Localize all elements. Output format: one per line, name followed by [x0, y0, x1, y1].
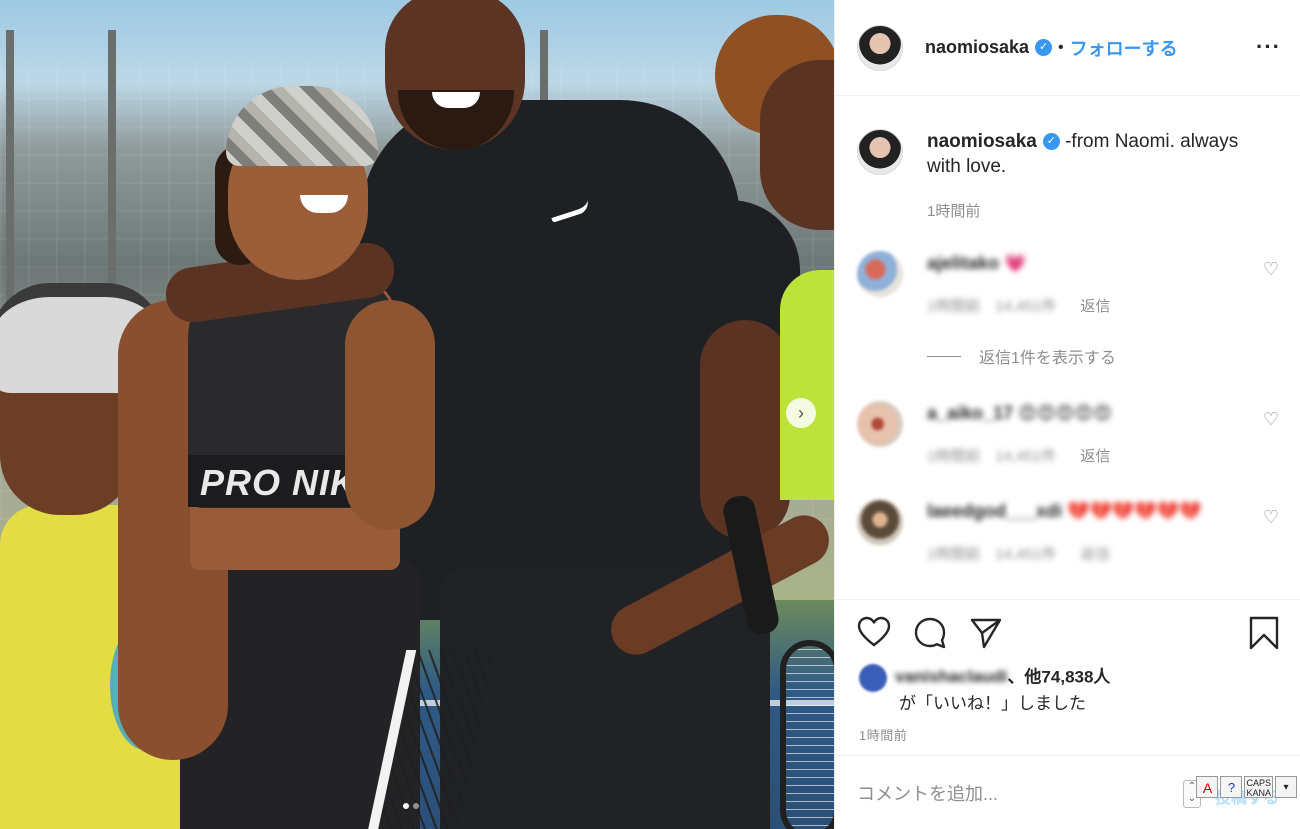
- likes-suffix: が「いいね！」しました: [899, 694, 1086, 713]
- kana-label: KANA: [1246, 788, 1271, 798]
- avatar[interactable]: [857, 129, 903, 175]
- comment-username[interactable]: laeedgod___xdi 💔💔💔💔💔💔: [927, 501, 1202, 522]
- save-bookmark-icon[interactable]: [1247, 616, 1281, 650]
- like-heart-icon[interactable]: [857, 616, 891, 650]
- ime-caps-kana-indicator: CAPS KANA: [1244, 776, 1273, 798]
- comments-list[interactable]: naomiosaka ✓ -from Naomi. always with lov…: [835, 97, 1300, 599]
- carousel-dot[interactable]: [413, 803, 419, 809]
- post-timestamp[interactable]: 1時間前: [859, 725, 907, 744]
- view-replies-label: 返信1件を表示する: [979, 350, 1116, 367]
- comment-meta-text: 1時間前 14,451件: [927, 546, 1057, 563]
- post-photo[interactable]: PRO NIKE ›: [0, 0, 834, 829]
- reply-button[interactable]: 返信: [1080, 448, 1110, 465]
- ime-toolbar: A ? CAPS KANA ▾: [1196, 776, 1297, 798]
- racket-head: [780, 640, 834, 829]
- comment-meta: 1時間前 14,451件 返信: [927, 543, 1130, 564]
- comment-input[interactable]: [857, 778, 1157, 810]
- comment-like-heart-icon[interactable]: ♡: [1263, 507, 1279, 528]
- fence-pole: [6, 30, 14, 330]
- view-replies-button[interactable]: 返信1件を表示する: [927, 344, 1116, 368]
- comment-meta: 1時間前 14,451件 返信: [927, 445, 1110, 466]
- comment-like-heart-icon[interactable]: ♡: [1263, 259, 1279, 280]
- comment-meta-text: 1時間前 14,451件: [927, 298, 1057, 315]
- avatar[interactable]: [857, 499, 903, 545]
- reply-button[interactable]: 返信: [1080, 298, 1110, 315]
- verified-badge-icon: ✓: [1042, 133, 1060, 151]
- post-caption: naomiosaka ✓ -from Naomi. always with lov…: [857, 129, 1257, 179]
- caps-label: CAPS: [1246, 778, 1271, 788]
- girl-shirt: [780, 270, 834, 500]
- carousel-dot-active[interactable]: [403, 803, 409, 809]
- action-icons: [857, 616, 1003, 650]
- ime-help-icon[interactable]: ?: [1220, 776, 1243, 798]
- follow-button[interactable]: フォローする: [1070, 35, 1178, 61]
- caption-username[interactable]: naomiosaka: [927, 131, 1037, 152]
- comment-bubble-icon[interactable]: [913, 616, 947, 650]
- comment-username[interactable]: ajelitako 💗: [927, 253, 1026, 274]
- post-side-panel: naomiosaka ✓ • フォローする ··· naomiosaka ✓ -f…: [834, 0, 1300, 829]
- liker-username[interactable]: vanishaclaudi: [895, 667, 1007, 686]
- post-header: naomiosaka ✓ • フォローする ···: [835, 0, 1300, 96]
- post-actions: vanishaclaudi、他74,838人 が「いいね！」しました 1時間前 …: [835, 599, 1300, 829]
- header-username[interactable]: naomiosaka: [925, 37, 1029, 58]
- carousel-next-icon[interactable]: ›: [786, 398, 816, 428]
- avatar[interactable]: [857, 251, 903, 297]
- carousel-dots: [403, 803, 419, 809]
- comment-meta-text: 1時間前 14,451件: [927, 448, 1057, 465]
- header-separator: •: [1058, 38, 1064, 56]
- ime-mode-icon[interactable]: A: [1196, 776, 1219, 798]
- caption-text: naomiosaka ✓ -from Naomi. always with lov…: [927, 129, 1257, 179]
- likes-summary: vanishaclaudi、他74,838人 が「いいね！」しました: [859, 664, 1110, 716]
- comment-meta: 1時間前 14,451件 返信: [927, 295, 1110, 316]
- likes-count[interactable]: 、他74,838人: [1007, 667, 1110, 686]
- avatar[interactable]: [857, 24, 903, 71]
- share-send-icon[interactable]: [969, 616, 1003, 650]
- more-options-icon[interactable]: ···: [1256, 34, 1281, 60]
- comment-username[interactable]: a_aiko_17 😍😍😍😍😍: [927, 403, 1112, 424]
- reply-button[interactable]: 返信: [1080, 546, 1110, 563]
- avatar[interactable]: [859, 664, 887, 692]
- avatar[interactable]: [857, 401, 903, 447]
- add-comment-section: ⌃⌄ 投稿する A ? CAPSKANA ▾: [835, 755, 1300, 829]
- girl-head: [760, 60, 834, 230]
- replies-line: [927, 355, 961, 357]
- verified-badge-icon: ✓: [1035, 39, 1053, 56]
- caption-timestamp[interactable]: 1時間前: [927, 200, 980, 221]
- woman-arm: [345, 300, 435, 530]
- ime-menu-icon[interactable]: ▾: [1275, 776, 1297, 798]
- comment-like-heart-icon[interactable]: ♡: [1263, 409, 1279, 430]
